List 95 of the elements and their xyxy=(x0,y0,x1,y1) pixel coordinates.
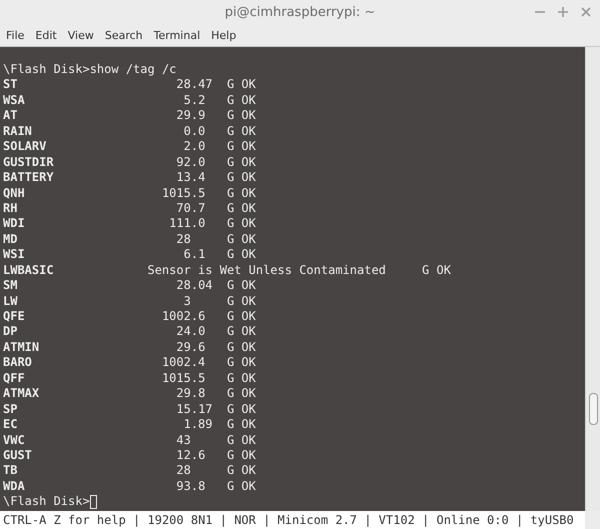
tag-name: RH xyxy=(3,200,18,216)
tag-name: GUSTDIR xyxy=(3,154,54,170)
tag-value: 111.0 xyxy=(169,216,206,232)
tag-status: G OK xyxy=(226,154,256,170)
tag-name: QNH xyxy=(3,186,25,201)
tag-status: G OK xyxy=(226,108,256,124)
tag-name: BARO xyxy=(3,355,32,371)
tag-status: G OK xyxy=(226,340,256,356)
tag-status: G OK xyxy=(226,124,256,140)
tag-value: Sensor is Wet Unless Contaminated xyxy=(147,262,386,278)
tag-status: G OK xyxy=(226,370,256,386)
tag-status: G OK xyxy=(226,200,256,216)
tag-value: 2.0 xyxy=(184,139,206,155)
scrollbar-thumb[interactable] xyxy=(589,393,598,425)
tag-status: G OK xyxy=(226,448,256,464)
tag-name: SM xyxy=(3,278,18,294)
tag-value: 6.1 xyxy=(184,247,206,263)
tag-value: 12.6 xyxy=(176,448,206,464)
tag-name: ATMAX xyxy=(3,386,40,402)
tag-name: EC xyxy=(3,417,18,433)
tag-status: G OK xyxy=(226,324,256,340)
tag-name: WSI xyxy=(3,247,25,263)
tag-value: 5.2 xyxy=(184,92,206,108)
tag-value: 1015.5 xyxy=(162,186,206,201)
tag-status: G OK xyxy=(226,170,256,186)
tag-name: WSA xyxy=(3,92,25,108)
menu-item[interactable]: Search xyxy=(104,28,143,42)
command-line: \Flash Disk>show /tag /c xyxy=(3,62,176,78)
tag-status: G OK xyxy=(226,463,256,479)
tag-name: RAIN xyxy=(3,124,32,140)
tag-name: QFE xyxy=(3,309,25,324)
tag-status: G OK xyxy=(226,294,256,310)
tag-name: ATMIN xyxy=(3,340,40,356)
tag-status: G OK xyxy=(226,278,256,294)
tag-value: 13.4 xyxy=(176,170,206,186)
tag-value: 28 xyxy=(176,463,191,479)
tag-status: G OK xyxy=(226,355,256,371)
cursor xyxy=(90,494,97,509)
tag-value: 28.47 xyxy=(176,77,213,93)
menu-item[interactable]: Help xyxy=(211,28,236,42)
tag-status: G OK xyxy=(422,262,451,278)
menu-item[interactable]: Terminal xyxy=(154,28,200,42)
tag-value: 29.9 xyxy=(176,108,206,124)
tag-value: 1015.5 xyxy=(162,370,206,386)
tag-value: 93.8 xyxy=(176,478,206,494)
tag-value: 29.6 xyxy=(176,340,206,356)
tag-name: BATTERY xyxy=(3,170,54,186)
tag-value: 29.8 xyxy=(176,386,206,402)
menu-item[interactable]: View xyxy=(68,28,94,42)
menu-item[interactable]: File xyxy=(6,28,24,42)
tag-status: G OK xyxy=(226,139,256,155)
tag-name: GUST xyxy=(3,448,32,464)
tag-status: G OK xyxy=(226,432,256,448)
tag-name: QFF xyxy=(3,370,25,386)
tag-status: G OK xyxy=(226,417,256,433)
tag-status: G OK xyxy=(226,386,256,402)
tag-status: G OK xyxy=(226,402,256,418)
tag-value: 24.0 xyxy=(176,324,206,340)
tag-value: 3 xyxy=(184,294,191,310)
maximize-icon[interactable] xyxy=(557,6,569,18)
window-title: pi@cimhraspberrypi: ~ xyxy=(224,4,376,20)
tag-name: LW xyxy=(3,294,18,310)
tag-value: 70.7 xyxy=(176,200,206,216)
tag-name: ST xyxy=(3,77,18,93)
tag-status: G OK xyxy=(226,186,256,201)
tag-name: TB xyxy=(3,463,18,479)
tag-name: MD xyxy=(3,232,18,248)
tag-value: 28.04 xyxy=(176,278,213,294)
tag-status: G OK xyxy=(226,92,256,108)
tag-status: G OK xyxy=(226,309,256,324)
tag-value: 1002.4 xyxy=(162,355,206,371)
tag-status: G OK xyxy=(226,247,256,263)
tag-name: VWC xyxy=(3,432,25,448)
close-icon[interactable] xyxy=(580,6,592,18)
tag-value: 1.89 xyxy=(184,417,213,433)
menu-item[interactable]: Edit xyxy=(35,28,57,42)
tag-name: SP xyxy=(3,402,18,418)
tag-name: SOLARV xyxy=(3,139,46,155)
tag-name: LWBASIC xyxy=(3,262,54,278)
tag-status: G OK xyxy=(226,216,256,232)
tag-value: 92.0 xyxy=(176,154,206,170)
tag-status: G OK xyxy=(226,232,256,248)
tag-value: 15.17 xyxy=(176,402,213,418)
tag-value: 43 xyxy=(176,432,191,448)
tag-status: G OK xyxy=(226,478,256,494)
tag-value: 1002.6 xyxy=(162,309,206,324)
prompt: \Flash Disk> xyxy=(3,494,90,510)
tag-name: AT xyxy=(3,108,18,124)
tag-name: WDI xyxy=(3,216,25,232)
tag-name: DP xyxy=(3,324,18,340)
tag-status: G OK xyxy=(226,77,256,93)
tag-name: WDA xyxy=(3,478,25,494)
tag-value: 0.0 xyxy=(184,124,206,140)
scrollbar[interactable] xyxy=(585,47,600,511)
tag-value: 28 xyxy=(176,232,191,248)
